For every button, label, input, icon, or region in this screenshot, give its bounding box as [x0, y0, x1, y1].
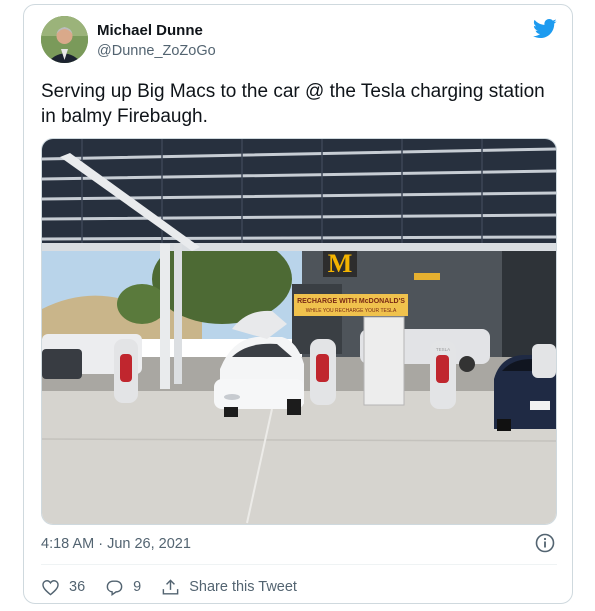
tweet-text: Serving up Big Macs to the car @ the Tes…: [41, 81, 545, 127]
twitter-bird-icon[interactable]: [533, 19, 557, 39]
banner-subtitle: WHILE YOU RECHARGE YOUR TESLA: [306, 308, 397, 314]
avatar[interactable]: [41, 16, 88, 63]
reply-button[interactable]: 9: [105, 578, 141, 597]
like-button[interactable]: 36: [41, 578, 85, 597]
tweet-timestamp[interactable]: 4:18 AM · Jun 26, 2021: [41, 536, 191, 552]
supercharger-label: TESLA: [436, 347, 450, 352]
author-name[interactable]: Michael Dunne: [97, 22, 203, 39]
tweet-actions: 36 9 Share this Tweet: [41, 575, 317, 599]
reply-count: 9: [133, 579, 142, 595]
svg-text:M: M: [328, 249, 353, 278]
tweet-photo[interactable]: M RECHARGE WITH McDONALD'S WHILE YOU REC…: [41, 138, 557, 525]
reply-icon: [106, 579, 123, 596]
author-handle[interactable]: @Dunne_ZoZoGo: [97, 43, 216, 59]
heart-icon: [42, 579, 59, 596]
share-button[interactable]: Share this Tweet: [161, 578, 297, 597]
tweet-card: Michael Dunne @Dunne_ZoZoGo Serving up B…: [23, 4, 573, 604]
like-count: 36: [69, 579, 86, 595]
banner-title: RECHARGE WITH McDONALD'S: [297, 298, 405, 305]
info-icon[interactable]: [535, 533, 555, 553]
share-icon: [162, 578, 179, 595]
divider: [41, 564, 557, 565]
share-label: Share this Tweet: [189, 579, 297, 595]
